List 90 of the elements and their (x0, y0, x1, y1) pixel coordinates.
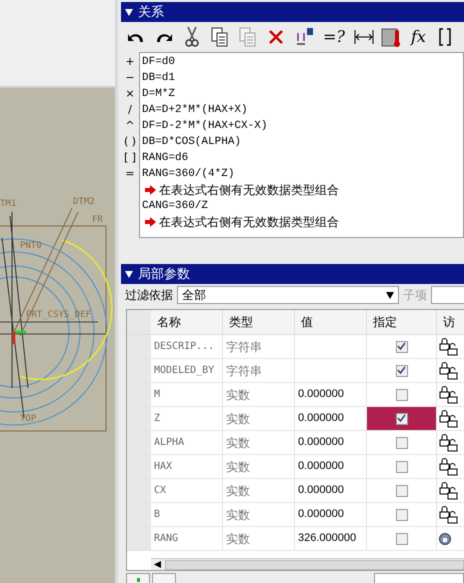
table-cell[interactable] (367, 407, 437, 430)
table-cell: 实数 (223, 455, 295, 478)
table-cell: M (151, 383, 223, 406)
checkbox[interactable] (396, 532, 408, 544)
table-cell: RANG (151, 527, 223, 550)
scroll-left-icon (154, 561, 162, 568)
relation-line: DF=D-2*M*(HAX+CX-X) (142, 119, 268, 134)
relation-line: DB=d1 (142, 71, 176, 86)
table-cell: Z (151, 407, 223, 430)
remove-button[interactable] (152, 573, 176, 583)
filter-dropdown[interactable]: 全部 (177, 286, 399, 304)
sub-item-label: 子项 (403, 287, 427, 304)
toolbar-button[interactable]: =? (319, 25, 349, 49)
table-cell: 0.000000 (295, 455, 367, 478)
checkbox[interactable] (396, 436, 408, 448)
arrow-icon (145, 185, 156, 195)
column-header[interactable]: 访 (437, 310, 464, 334)
checkbox[interactable] (396, 388, 408, 400)
checkbox[interactable] (396, 412, 408, 424)
collapse-icon (125, 8, 133, 16)
error-message: 在表达式右侧有无效数据类型组合 (159, 182, 339, 199)
dropdown-caret-icon (386, 292, 394, 298)
column-header[interactable]: 名称 (151, 310, 223, 334)
check-icon (397, 414, 406, 423)
operator-button[interactable]: [ ] (124, 150, 136, 166)
column-header[interactable]: 值 (295, 310, 367, 334)
checkbox[interactable] (396, 460, 408, 472)
column-header[interactable]: 类型 (223, 310, 295, 334)
table-cell: 实数 (223, 479, 295, 502)
lock-icon (439, 532, 451, 546)
section-title: 局部参数 (138, 265, 190, 284)
datum-label: TM1 (0, 199, 16, 209)
relation-line: DB=D*COS(ALPHA) (142, 135, 242, 150)
sub-item-field[interactable] (431, 286, 464, 304)
datum-label: DTM2 (73, 197, 95, 207)
error-message: 在表达式右侧有无效数据类型组合 (159, 214, 339, 231)
table-cell: 0.000000 (295, 431, 367, 454)
relation-line: DA=D+2*M*(HAX+X) (142, 103, 249, 118)
check-icon (397, 366, 406, 375)
filter-label: 过滤依据 (125, 287, 173, 304)
table-cell: 0.000000 (295, 479, 367, 502)
operator-button[interactable]: + (125, 54, 135, 70)
table-cell: 0.000000 (295, 503, 367, 526)
table-cell: 0.000000 (295, 383, 367, 406)
table-cell: 实数 (223, 383, 295, 406)
checkbox[interactable] (396, 364, 408, 376)
plus-icon (136, 578, 140, 582)
checkbox[interactable] (396, 484, 408, 496)
relation-line: CANG=360/Z (142, 199, 210, 214)
arrow-icon (145, 217, 156, 227)
table-cell: 326.000000 (295, 527, 367, 550)
collapse-icon (125, 270, 133, 278)
toolbar-button[interactable]: fx (406, 25, 430, 49)
relation-line: RANG=d6 (142, 151, 190, 166)
scroll-thumb[interactable] (165, 560, 464, 570)
table-cell: 字符串 (223, 359, 295, 382)
table-cell: DESCRIP... (151, 335, 223, 358)
table-cell: 实数 (223, 407, 295, 430)
checkbox[interactable] (396, 340, 408, 352)
relations-editor[interactable]: DF=d0 DB=d1 D=M*Z DA=D+2*M*(HAX+X) DF=D-2*M*(HAX+CX-X) DB=D*COS(ALPHA) RANG=d6 RANG=360/(4*Z) 在表达式右侧有无效数据类型组合 CANG=360/Z 在表达式右侧有无效数据类型组合 (139, 52, 464, 238)
table-cell: 实数 (223, 431, 295, 454)
operator-button[interactable]: ^ (125, 118, 135, 134)
operator-button[interactable]: − (125, 70, 135, 86)
section-title: 关系 (138, 3, 164, 22)
table-cell: B (151, 503, 223, 526)
check-icon (397, 342, 406, 351)
relation-line: D=M*Z (142, 87, 176, 102)
add-button[interactable] (126, 573, 150, 583)
table-cell: HAX (151, 455, 223, 478)
datum-label: PNT0 (20, 241, 42, 251)
table-cell: 实数 (223, 527, 295, 550)
section-header[interactable]: 局部参数 (121, 264, 464, 284)
relation-line: RANG=360/(4*Z) (142, 167, 236, 182)
operator-button[interactable]: = (125, 166, 135, 182)
relation-line: DF=d0 (142, 55, 176, 70)
datum-label: TOP (20, 414, 36, 424)
table-cell: 字符串 (223, 335, 295, 358)
horizontal-scrollbar[interactable] (151, 558, 464, 570)
datum-label: FR (92, 215, 103, 225)
operator-button[interactable]: × (125, 86, 135, 102)
column-header[interactable]: 指定 (367, 310, 437, 334)
table-cell: MODELED_BY (151, 359, 223, 382)
table-cell: ALPHA (151, 431, 223, 454)
section-header[interactable]: 关系 (121, 2, 464, 22)
units-field[interactable] (374, 573, 464, 583)
operator-button[interactable]: / (128, 102, 132, 118)
operator-button[interactable]: ( ) (124, 134, 136, 150)
table-cell: CX (151, 479, 223, 502)
checkbox[interactable] (396, 508, 408, 520)
table-cell: 实数 (223, 503, 295, 526)
